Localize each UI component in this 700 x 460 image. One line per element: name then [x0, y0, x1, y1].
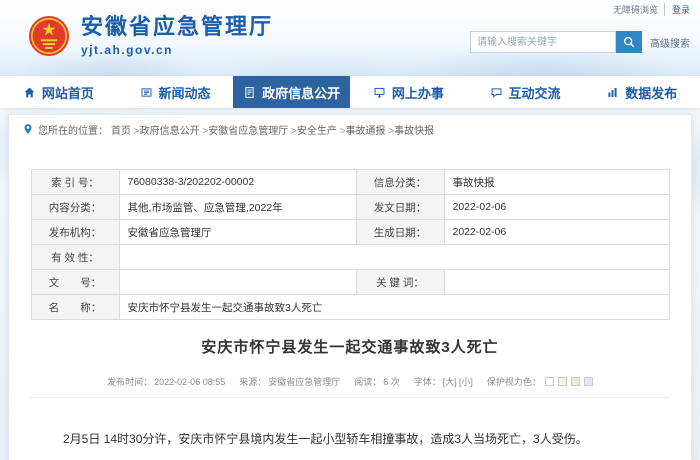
- table-row: 发布机构： 安徽省应急管理厅 生成日期： 2022-02-06: [30, 219, 670, 245]
- nav-item-interaction[interactable]: 互动交流: [467, 76, 584, 108]
- info-label: 生成日期：: [355, 219, 445, 245]
- info-value: 其他,市场监管、应急管理,2022年: [118, 194, 357, 220]
- article-body: 2月5日 14时30分许，安庆市怀宁县境内发生一起小型轿车相撞事故，造成3人当场…: [63, 432, 588, 446]
- table-row: 有 效 性：: [30, 244, 670, 270]
- breadcrumb-prefix: 您所在的位置：: [38, 125, 108, 137]
- site-brand[interactable]: 安徽省应急管理厅 yjt.ah.gov.cn: [28, 15, 273, 57]
- article-title: 安庆市怀宁县发生一起交通事故致3人死亡: [201, 339, 499, 356]
- monitor-icon: [374, 87, 385, 97]
- nav-item-data[interactable]: 数据发布: [583, 76, 700, 108]
- nav-label: 政府信息公开: [262, 85, 341, 101]
- info-label: 有 效 性：: [30, 244, 120, 270]
- views-label: 阅读：: [354, 377, 382, 387]
- eye-color-swatch[interactable]: [583, 377, 593, 386]
- nav-label: 互动交流: [508, 85, 561, 101]
- content-area: 您所在的位置： 首页 政府信息公开 安徽省应急管理厅 安全生产 事故通报 事故快…: [0, 108, 700, 460]
- font-size-label: 字体：: [413, 377, 441, 387]
- table-row: 索 引 号： 76080338-3/202202-00002 信息分类： 事故快…: [30, 169, 670, 195]
- info-value: [118, 269, 357, 295]
- info-value: 事故快报: [443, 169, 670, 195]
- source-value: 安徽省应急管理厅: [268, 377, 341, 387]
- location-pin-icon: [24, 124, 32, 134]
- info-value: [443, 269, 670, 295]
- info-value: 2022-02-06: [443, 194, 670, 220]
- info-label: 内容分类：: [30, 194, 120, 220]
- login-link[interactable]: 登录: [663, 3, 690, 16]
- publish-time: 发布时间： 2022-02-06 08:55: [107, 375, 225, 388]
- nav-item-home[interactable]: 网站首页: [0, 76, 117, 108]
- breadcrumb-item-department[interactable]: 安徽省应急管理厅: [208, 122, 297, 137]
- eye-protection-colors: 保护视力色：: [487, 375, 593, 388]
- accessibility-link[interactable]: 无障碍浏览: [613, 3, 658, 16]
- bar-chart-icon: [608, 87, 617, 97]
- article-meta: 发布时间： 2022-02-06 08:55 来源： 安徽省应急管理厅 阅读： …: [30, 375, 670, 398]
- breadcrumb-item-safety[interactable]: 安全生产: [297, 122, 346, 137]
- breadcrumb-item-accident-report[interactable]: 事故通报: [346, 122, 395, 137]
- search-icon: [623, 36, 635, 48]
- info-value: 76080338-3/202202-00002: [118, 169, 357, 195]
- breadcrumb: 您所在的位置： 首页 政府信息公开 安徽省应急管理厅 安全生产 事故通报 事故快…: [9, 115, 691, 143]
- search-bar: 高级搜索: [470, 31, 690, 53]
- breadcrumb-item-accident-flash[interactable]: 事故快报: [394, 122, 434, 137]
- info-label: 名 称：: [30, 294, 120, 320]
- info-label: 文 号：: [30, 269, 120, 295]
- font-large-button[interactable]: [大]: [443, 375, 457, 388]
- page: 无障碍浏览 登录 安徽省应急管理厅 yjt.ah.gov.cn 请输入搜索关键字…: [0, 0, 700, 460]
- table-row: 名 称： 安庆市怀宁县发生一起交通事故致3人死亡: [30, 294, 670, 320]
- nav-label: 数据发布: [625, 85, 678, 101]
- search-input[interactable]: [470, 31, 616, 53]
- table-row: 内容分类： 其他,市场监管、应急管理,2022年 发文日期： 2022-02-0…: [30, 194, 670, 220]
- national-emblem-logo: [28, 15, 70, 57]
- nav-label: 新闻动态: [158, 85, 211, 101]
- breadcrumb-item-home[interactable]: 首页: [111, 122, 140, 137]
- views-value: 6 次: [383, 377, 400, 387]
- news-icon: [141, 87, 151, 97]
- nav-label: 网上办事: [391, 85, 444, 101]
- info-label: 关 键 词：: [355, 269, 445, 295]
- info-value: [118, 244, 670, 270]
- eye-color-swatch[interactable]: [557, 377, 567, 386]
- site-title: 安徽省应急管理厅: [81, 14, 274, 40]
- breadcrumb-item-gov-info[interactable]: 政府信息公开: [140, 122, 209, 137]
- site-header: 无障碍浏览 登录 安徽省应急管理厅 yjt.ah.gov.cn 请输入搜索关键字…: [0, 0, 700, 76]
- info-value: 安徽省应急管理厅: [118, 219, 357, 245]
- home-icon: [24, 87, 35, 97]
- nav-item-news[interactable]: 新闻动态: [117, 76, 234, 108]
- search-button[interactable]: [616, 31, 642, 53]
- nav-item-online-service[interactable]: 网上办事: [350, 76, 467, 108]
- publish-time-label: 发布时间：: [107, 377, 153, 387]
- document-icon: [245, 86, 254, 98]
- publish-time-value: 2022-02-06 08:55: [154, 376, 226, 387]
- nav-item-gov-info[interactable]: 政府信息公开: [233, 76, 351, 108]
- topbar: 无障碍浏览 登录: [613, 3, 690, 16]
- content-panel: 您所在的位置： 首页 政府信息公开 安徽省应急管理厅 安全生产 事故通报 事故快…: [8, 114, 692, 460]
- info-label: 信息分类：: [355, 169, 445, 195]
- font-size-controls: 字体： [大] [小]: [414, 375, 473, 388]
- font-small-button[interactable]: [小]: [459, 375, 473, 388]
- nav-label: 网站首页: [41, 85, 94, 101]
- view-count: 阅读： 6 次: [354, 375, 400, 388]
- main-nav: 网站首页 新闻动态 政府信息公开 网上办事 互动交流 数据发布: [0, 76, 700, 108]
- site-url: yjt.ah.gov.cn: [81, 42, 173, 57]
- eye-protection-label: 保护视力色：: [486, 377, 541, 387]
- info-label: 发文日期：: [355, 194, 445, 220]
- source-label: 来源：: [239, 377, 267, 387]
- source: 来源： 安徽省应急管理厅: [239, 375, 340, 388]
- info-label: 索 引 号：: [30, 169, 120, 195]
- eye-color-swatch[interactable]: [570, 377, 580, 386]
- eye-color-swatch[interactable]: [544, 377, 554, 386]
- info-value: 安庆市怀宁县发生一起交通事故致3人死亡: [118, 294, 670, 320]
- info-label: 发布机构：: [30, 219, 120, 245]
- brand-text: 安徽省应急管理厅 yjt.ah.gov.cn: [81, 14, 274, 57]
- table-row: 文 号： 关 键 词：: [30, 269, 670, 295]
- info-value: 2022-02-06: [443, 219, 670, 245]
- document-info-table: 索 引 号： 76080338-3/202202-00002 信息分类： 事故快…: [30, 169, 670, 320]
- advanced-search-link[interactable]: 高级搜索: [650, 35, 690, 50]
- chat-bubble-icon: [491, 87, 501, 98]
